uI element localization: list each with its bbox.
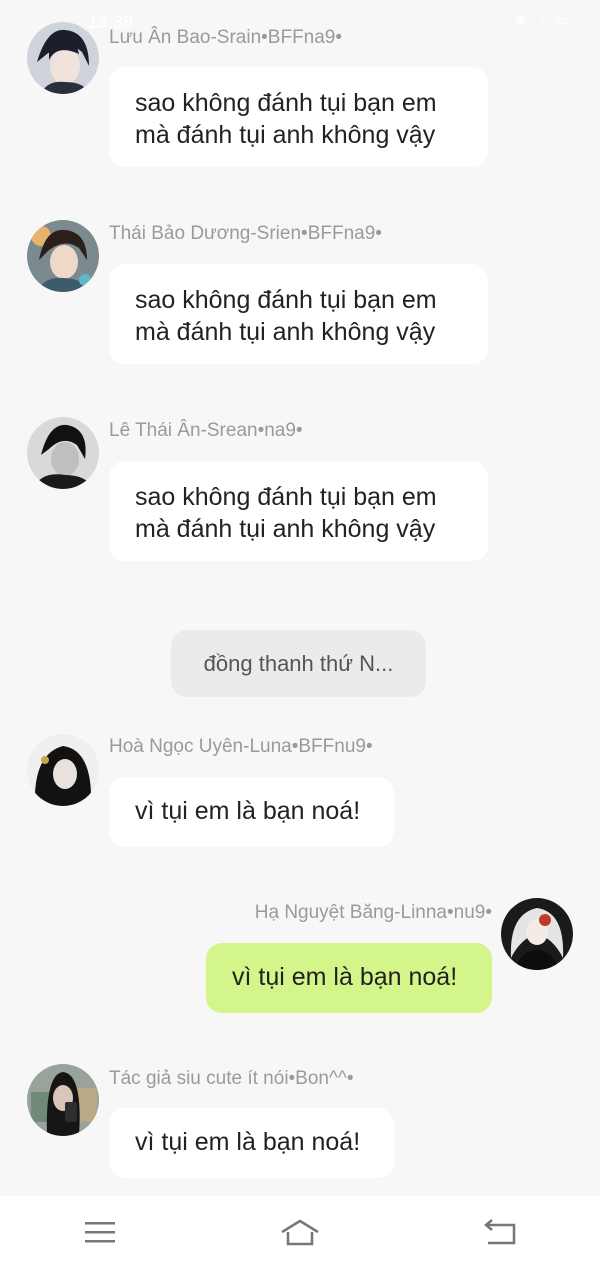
bluetooth-icon: ✱ bbox=[514, 12, 527, 28]
status-bar: 13:38 ✱ ◔ ▭ bbox=[0, 0, 600, 44]
my-message-bubble[interactable]: vì tụi em là bạn noá! bbox=[206, 943, 492, 1013]
message-line: mà đánh tụi anh không vậy bbox=[135, 515, 436, 543]
message-text: vì tụi em là bạn noá! bbox=[232, 963, 458, 991]
boy-avatar-3-icon bbox=[27, 417, 99, 489]
back-button[interactable] bbox=[470, 1202, 530, 1262]
message-line: sao không đánh tụi bạn em bbox=[135, 286, 437, 314]
wifi-icon: ◔ bbox=[536, 12, 545, 29]
girl-avatar-1-icon bbox=[27, 734, 99, 806]
author-avatar-icon bbox=[27, 1064, 99, 1136]
sender-name: Thái Bảo Dương-Srien•BFFna9• bbox=[109, 223, 382, 244]
message-bubble[interactable]: sao không đánh tụi bạn em mà đánh tụi an… bbox=[109, 264, 488, 364]
avatar[interactable] bbox=[27, 1064, 99, 1136]
avatar[interactable] bbox=[27, 734, 99, 806]
menu-button[interactable] bbox=[70, 1202, 130, 1262]
status-time: 13:38 bbox=[88, 12, 134, 32]
message-bubble[interactable]: vì tụi em là bạn noá! bbox=[109, 1108, 394, 1178]
back-icon bbox=[484, 1218, 516, 1244]
message-line: mà đánh tụi anh không vậy bbox=[135, 318, 436, 346]
system-message: đồng thanh thứ N... bbox=[171, 630, 426, 697]
menu-icon bbox=[85, 1221, 115, 1242]
sender-name: Hạ Nguyệt Băng-Linna•nu9• bbox=[254, 902, 492, 923]
avatar[interactable] bbox=[27, 220, 99, 292]
message-bubble[interactable]: sao không đánh tụi bạn em mà đánh tụi an… bbox=[109, 67, 488, 167]
sender-name: Hoà Ngọc Uyên-Luna•BFFnu9• bbox=[109, 736, 373, 757]
message-bubble[interactable]: sao không đánh tụi bạn em mà đánh tụi an… bbox=[109, 461, 488, 561]
message-line: mà đánh tụi anh không vậy bbox=[135, 121, 436, 149]
status-icons: ✱ ◔ ▭ bbox=[515, 12, 568, 29]
avatar[interactable] bbox=[27, 417, 99, 489]
battery-icon: ▭ bbox=[554, 12, 568, 28]
message-line: sao không đánh tụi bạn em bbox=[135, 483, 437, 511]
message-text: vì tụi em là bạn noá! bbox=[135, 797, 361, 825]
avatar[interactable] bbox=[501, 898, 573, 970]
message-bubble[interactable]: vì tụi em là bạn noá! bbox=[109, 777, 394, 847]
home-icon bbox=[281, 1219, 319, 1245]
sender-name: Tác giả siu cute ít nói•Bon^^• bbox=[109, 1068, 354, 1089]
navigation-bar bbox=[0, 1196, 600, 1267]
message-text: vì tụi em là bạn noá! bbox=[135, 1128, 361, 1156]
boy-avatar-2-icon bbox=[27, 220, 99, 292]
girl-avatar-2-icon bbox=[501, 898, 573, 970]
sender-name: Lê Thái Ân-Srean•na9• bbox=[109, 420, 303, 441]
home-button[interactable] bbox=[270, 1202, 330, 1262]
message-line: sao không đánh tụi bạn em bbox=[135, 89, 437, 117]
